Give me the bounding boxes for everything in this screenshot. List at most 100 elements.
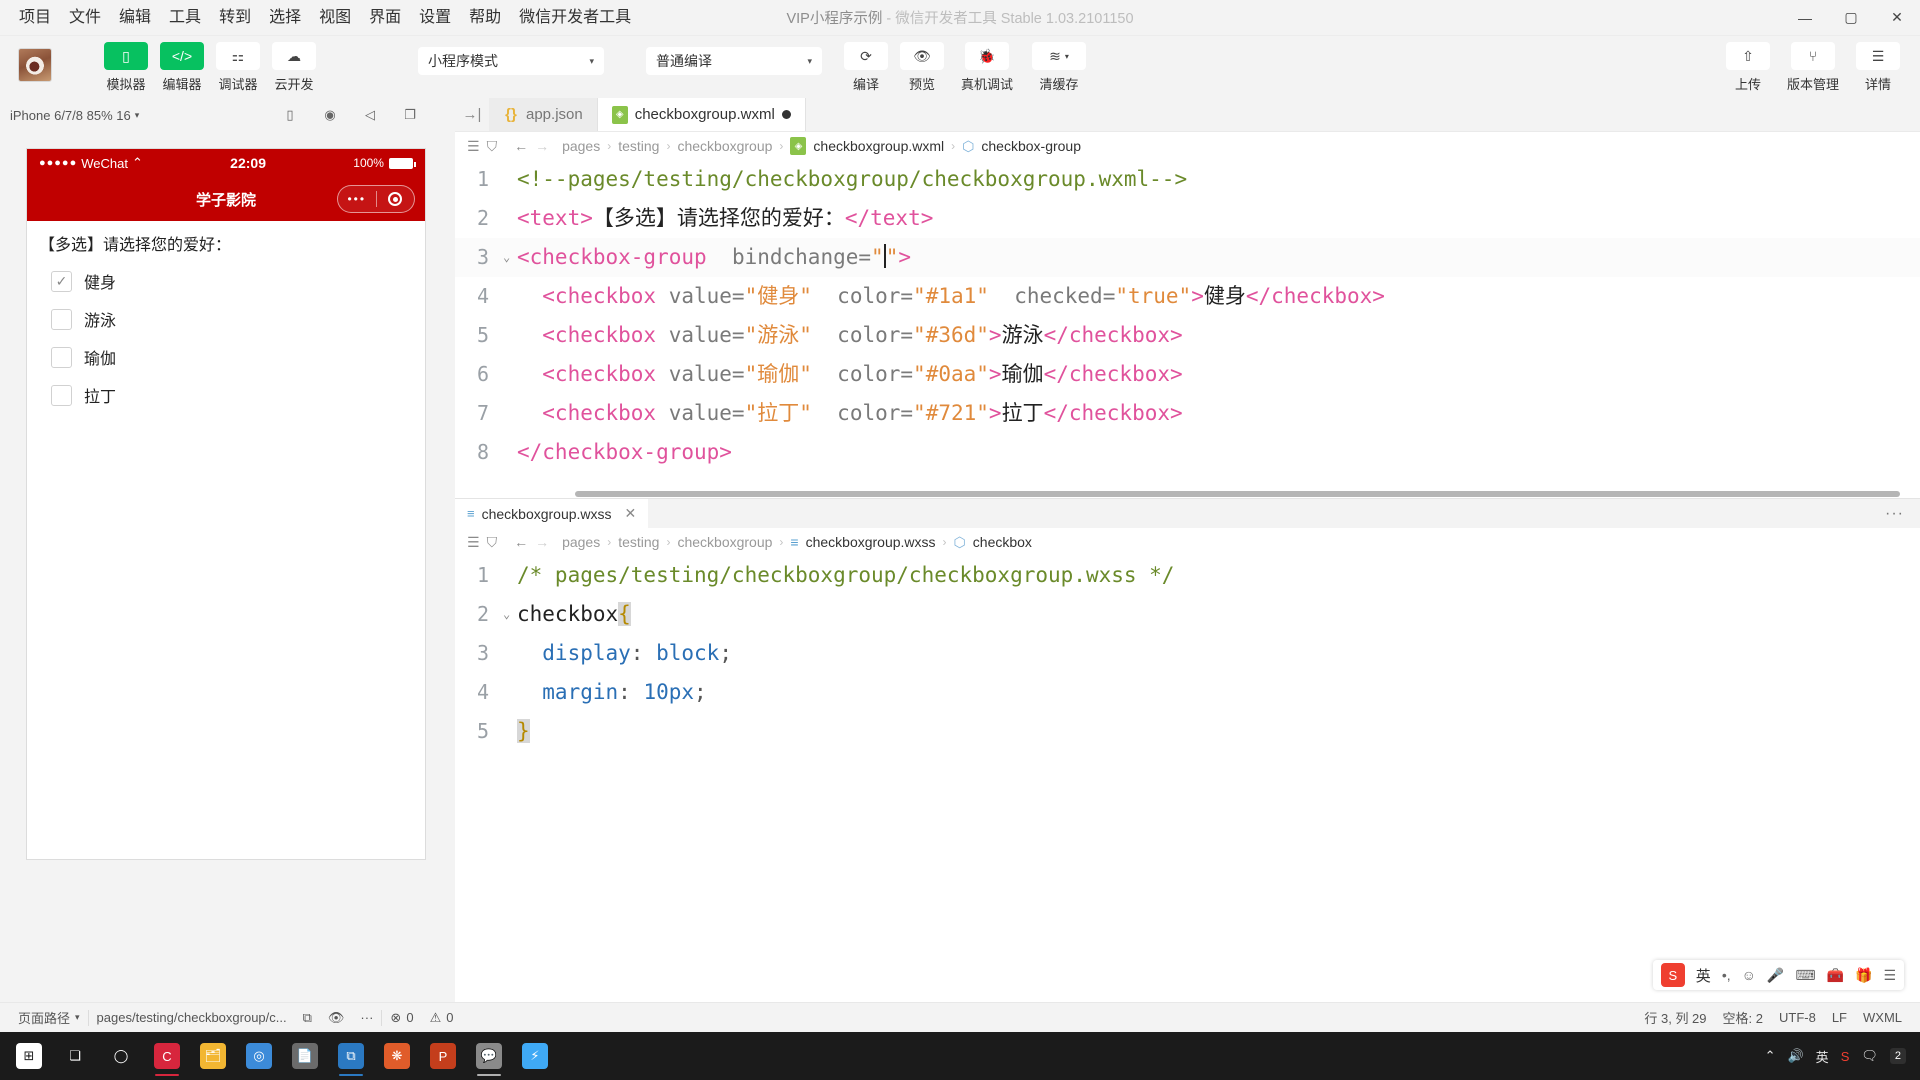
app-thunder[interactable]: ⚡ [512, 1034, 558, 1078]
menu-item-select[interactable]: 选择 [260, 4, 310, 32]
menu-item-tools[interactable]: 工具 [160, 4, 210, 32]
more-icon[interactable]: ··· [352, 1010, 381, 1025]
warning-count[interactable]: ⚠ 0 [422, 1010, 462, 1026]
checkbox-icon[interactable]: ✓ [51, 270, 72, 292]
remote-debug-button[interactable]: 🐞 真机调试 [952, 42, 1022, 93]
copy-icon[interactable]: ⧉ [295, 1010, 320, 1026]
code-line[interactable]: 7 <checkbox value="拉丁" color="#721">拉丁</… [455, 394, 1920, 433]
app-notepad[interactable]: 📄 [282, 1034, 328, 1078]
ime-language-indicator[interactable]: 英 [1696, 965, 1711, 986]
fold-toggle-icon[interactable]: ⌄ [503, 595, 517, 634]
toggle-cloud[interactable]: ☁ 云开发 [268, 42, 320, 93]
horizontal-scrollbar[interactable] [455, 490, 1920, 498]
code-line[interactable]: 2 ⌄ checkbox{ [455, 595, 1920, 634]
clear-cache-button[interactable]: ≋ ▾ 清缓存 [1026, 42, 1092, 93]
tab-checkboxgroup-wxss[interactable]: ≡ checkboxgroup.wxss ✕ [455, 499, 649, 528]
compile-button[interactable]: ⟳ 编译 [840, 42, 892, 93]
eye-icon[interactable]: 👁 [320, 1010, 353, 1026]
app-powerpoint[interactable]: P [420, 1034, 466, 1078]
line-ending[interactable]: LF [1824, 1010, 1855, 1025]
tab-app-json[interactable]: {} app.json [489, 98, 598, 131]
bookmark-icon[interactable]: ⛉ [487, 138, 498, 155]
breadcrumb-part-pages[interactable]: pages [562, 138, 600, 154]
code-line[interactable]: 1 /* pages/testing/checkboxgroup/checkbox… [455, 556, 1920, 595]
toggle-debugger[interactable]: ⚏ 调试器 [212, 42, 264, 93]
language-mode[interactable]: WXML [1855, 1010, 1910, 1025]
page-path-select[interactable]: 页面路径 ▾ [10, 1008, 88, 1027]
app-explorer[interactable]: 🗂 [190, 1034, 236, 1078]
compile-select[interactable]: 普通编译 ▾ [646, 47, 822, 75]
minimize-button[interactable]: — [1782, 0, 1828, 36]
preview-button[interactable]: 👁 预览 [896, 42, 948, 93]
upload-button[interactable]: ⇧ 上传 [1722, 42, 1774, 93]
breadcrumb-part-checkboxgroup[interactable]: checkboxgroup [677, 138, 772, 154]
menu-item-settings[interactable]: 设置 [410, 4, 460, 32]
checkbox-icon[interactable] [51, 384, 72, 406]
forward-arrow-icon[interactable]: → [535, 138, 549, 154]
close-button[interactable]: ✕ [1874, 0, 1920, 36]
start-button[interactable]: ⊞ [6, 1034, 52, 1078]
page-path-value[interactable]: pages/testing/checkboxgroup/c... [89, 1010, 295, 1025]
breadcrumb-part-checkboxgroup[interactable]: checkboxgroup [677, 534, 772, 550]
split-more-icon[interactable]: ··· [1885, 505, 1920, 523]
app-chrome[interactable]: ◎ [236, 1034, 282, 1078]
menu-item-project[interactable]: 项目 [10, 4, 60, 32]
code-line[interactable]: 6 <checkbox value="瑜伽" color="#0aa">瑜伽</… [455, 355, 1920, 394]
checkbox-row[interactable]: 游泳 [51, 307, 413, 331]
window-icon[interactable]: ❐ [401, 106, 419, 124]
capsule-button[interactable]: ••• [337, 185, 415, 213]
toggle-editor[interactable]: </> 编辑器 [156, 42, 208, 93]
bookmark-icon[interactable]: ⛉ [487, 534, 498, 551]
outline-icon[interactable]: ☰ [467, 534, 480, 551]
details-button[interactable]: ☰ 详情 [1852, 42, 1904, 93]
checkbox-icon[interactable] [51, 346, 72, 368]
code-line[interactable]: 3 display: block; [455, 634, 1920, 673]
wxml-code-editor[interactable]: 1 <!--pages/testing/checkboxgroup/checkbo… [455, 160, 1920, 490]
volume-icon[interactable]: 🔊 [1787, 1048, 1803, 1064]
breadcrumb-symbol[interactable]: checkbox [973, 534, 1032, 550]
breadcrumb-part-testing[interactable]: testing [618, 138, 659, 154]
breadcrumb-part-testing[interactable]: testing [618, 534, 659, 550]
code-line[interactable]: 1 <!--pages/testing/checkboxgroup/checkbo… [455, 160, 1920, 199]
ime-pinyin-icon[interactable]: •, [1722, 967, 1731, 983]
avatar[interactable] [18, 48, 52, 82]
ime-mic-icon[interactable]: 🎤 [1767, 967, 1784, 984]
breadcrumb-file[interactable]: checkboxgroup.wxml [813, 138, 944, 154]
version-control-button[interactable]: ⑂ 版本管理 [1778, 42, 1848, 93]
menu-item-view[interactable]: 视图 [310, 4, 360, 32]
menu-item-interface[interactable]: 界面 [360, 4, 410, 32]
code-line[interactable]: 4 <checkbox value="健身" color="#1a1" chec… [455, 277, 1920, 316]
back-arrow-icon[interactable]: ← [514, 534, 528, 550]
ime-keyboard-icon[interactable]: ⌨ [1795, 967, 1815, 984]
checkbox-row[interactable]: ✓ 健身 [51, 269, 413, 293]
fold-toggle-icon[interactable]: ⌄ [503, 238, 517, 277]
wxss-code-editor[interactable]: 1 /* pages/testing/checkboxgroup/checkbox… [455, 556, 1920, 1002]
breadcrumb-symbol[interactable]: checkbox-group [981, 138, 1081, 154]
ime-gift-icon[interactable]: 🎁 [1855, 967, 1872, 984]
maximize-button[interactable]: ▢ [1828, 0, 1874, 36]
menu-item-devtools[interactable]: 微信开发者工具 [510, 4, 640, 32]
code-line[interactable]: 5} [455, 712, 1920, 751]
record-icon[interactable]: ◉ [321, 106, 339, 124]
notification-icon[interactable]: 🗨 [1861, 1048, 1878, 1064]
breadcrumb-file[interactable]: checkboxgroup.wxss [806, 534, 936, 550]
app-clementine[interactable]: C [144, 1034, 190, 1078]
mode-select[interactable]: 小程序模式 ▾ [418, 47, 604, 75]
error-count[interactable]: ⊗ 0 [382, 1010, 421, 1026]
notification-badge[interactable]: 2 [1889, 1048, 1906, 1064]
ime-menu-icon[interactable]: ☰ [1883, 967, 1896, 984]
app-wechat-devtools[interactable]: 💬 [466, 1034, 512, 1078]
task-view-button[interactable]: ❏ [52, 1034, 98, 1078]
encoding[interactable]: UTF-8 [1771, 1010, 1824, 1025]
forward-arrow-icon[interactable]: → [535, 534, 549, 550]
code-line[interactable]: 5 <checkbox value="游泳" color="#36d">游泳</… [455, 316, 1920, 355]
cortana-button[interactable]: ◯ [98, 1034, 144, 1078]
code-line[interactable]: 8 </checkbox-group> [455, 433, 1920, 472]
scrollbar-thumb[interactable] [575, 491, 1900, 497]
cursor-position[interactable]: 行 3, 列 29 [1636, 1008, 1714, 1027]
explorer-toggle-icon[interactable]: →| [455, 98, 489, 131]
outline-icon[interactable]: ☰ [467, 138, 480, 155]
checkbox-row[interactable]: 拉丁 [51, 383, 413, 407]
menu-item-edit[interactable]: 编辑 [110, 4, 160, 32]
menu-item-file[interactable]: 文件 [60, 4, 110, 32]
